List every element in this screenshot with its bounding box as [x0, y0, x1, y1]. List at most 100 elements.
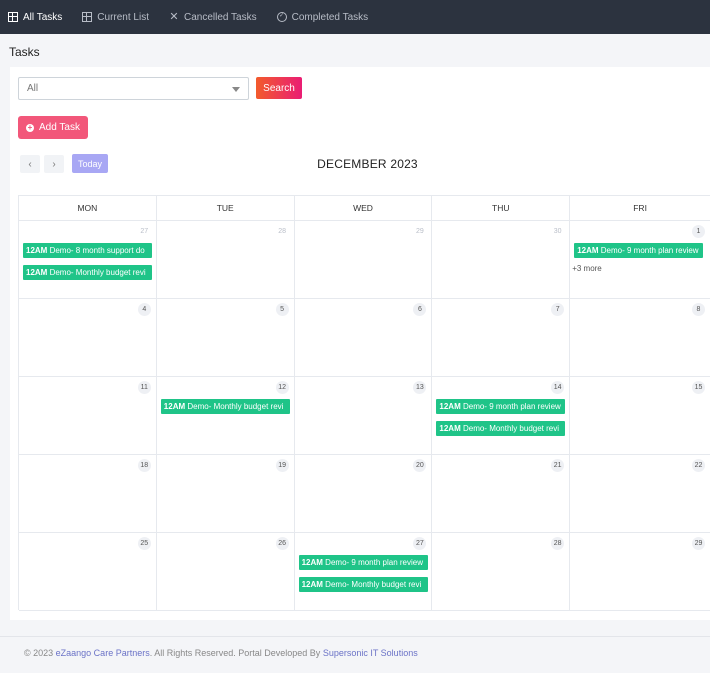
weekday-fri: FRI — [570, 196, 710, 221]
calendar-day-cell[interactable]: 29 — [570, 533, 710, 611]
calendar-event[interactable]: 12AM Demo- 9 month plan review — [298, 555, 428, 570]
calendar-day-cell[interactable]: 19 — [156, 455, 295, 533]
calendar-event[interactable]: 12AM Demo- Monthly budget revi — [298, 577, 428, 592]
add-task-button[interactable]: + Add Task — [18, 116, 88, 139]
calendar-day-cell[interactable]: 21 — [432, 455, 571, 533]
day-number[interactable]: 4 — [137, 303, 151, 316]
event-title: Demo- Monthly budget revi — [49, 268, 146, 277]
day-number[interactable]: 27 — [413, 537, 427, 550]
day-number[interactable]: 26 — [275, 537, 289, 550]
calendar-day-cell[interactable]: 8 — [570, 299, 710, 377]
day-number[interactable]: 28 — [276, 225, 289, 238]
calendar-day-cell[interactable]: 7 — [432, 299, 571, 377]
weekday-tue: TUE — [156, 196, 295, 221]
caret-down-icon — [232, 87, 240, 92]
company-link[interactable]: eZaango Care Partners — [56, 648, 150, 658]
calendar-day-cell[interactable]: 25 — [19, 533, 157, 611]
search-button[interactable]: Search — [256, 77, 302, 99]
calendar-day-cell[interactable]: 29 — [294, 221, 433, 299]
calendar-grid: MON TUE WED THU FRI 27 12AM Demo- 8 mont… — [18, 195, 710, 611]
event-time: 12AM — [301, 558, 323, 567]
day-number[interactable]: 14 — [551, 381, 565, 394]
day-number[interactable]: 21 — [551, 459, 565, 472]
day-number[interactable]: 29 — [413, 225, 426, 238]
day-number[interactable]: 30 — [551, 225, 564, 238]
event-time: 12AM — [163, 402, 186, 411]
calendar-week: 25 26 27 12AM Demo- 9 month plan review … — [19, 533, 710, 611]
weekday-header: MON TUE WED THU FRI — [19, 196, 710, 221]
calendar-day-cell[interactable]: 6 — [294, 299, 433, 377]
calendar-event[interactable]: 12AM Demo- 9 month plan review — [436, 399, 566, 414]
day-number[interactable]: 1 — [691, 225, 705, 238]
day-number[interactable]: 6 — [413, 303, 427, 316]
tab-completed-tasks[interactable]: ✓ Completed Tasks — [276, 0, 369, 34]
plus-circle-icon: + — [26, 122, 35, 132]
calendar-day-cell[interactable]: 26 — [156, 533, 295, 611]
calendar-event[interactable]: 12AM Demo- 9 month plan review — [574, 243, 704, 258]
day-number[interactable]: 25 — [137, 537, 151, 550]
event-title: Demo- 9 month plan review — [462, 402, 561, 411]
calendar-day-cell[interactable]: 22 — [570, 455, 710, 533]
calendar-day-cell[interactable]: 27 12AM Demo- 9 month plan review 12AM D… — [294, 533, 433, 611]
calendar-day-cell[interactable]: 28 — [156, 221, 295, 299]
next-month-button[interactable]: › — [44, 155, 64, 173]
calendar-day-cell[interactable]: 11 — [19, 377, 157, 455]
day-number[interactable]: 27 — [138, 225, 151, 238]
day-number[interactable]: 5 — [275, 303, 289, 316]
calendar-day-cell[interactable]: 20 — [294, 455, 433, 533]
calendar-day-cell[interactable]: 27 12AM Demo- 8 month support do 12AM De… — [19, 221, 157, 299]
calendar-day-cell[interactable]: 5 — [156, 299, 295, 377]
event-title: Demo- Monthly budget revi — [187, 402, 284, 411]
event-time: 12AM — [577, 246, 599, 255]
calendar-day-cell[interactable]: 15 — [570, 377, 710, 455]
calendar-event[interactable]: 12AM Demo- Monthly budget revi — [436, 421, 566, 436]
tab-label: Completed Tasks — [291, 11, 369, 23]
calendar-day-cell[interactable]: 12 12AM Demo- Monthly budget revi — [156, 377, 295, 455]
calendar-week: 4 5 6 7 8 — [19, 299, 710, 377]
check-circle-icon: ✓ — [276, 12, 287, 22]
calendar-event[interactable]: 12AM Demo- 8 month support do — [23, 243, 152, 258]
grid-icon — [82, 12, 93, 22]
calendar-week: 18 19 20 21 22 — [19, 455, 710, 533]
day-number[interactable]: 15 — [691, 381, 705, 394]
top-navigation: All Tasks Current List ✕ Cancelled Tasks… — [0, 0, 710, 34]
calendar-event[interactable]: 12AM Demo- Monthly budget revi — [23, 265, 152, 280]
calendar-day-cell[interactable]: 13 — [294, 377, 433, 455]
day-number[interactable]: 12 — [275, 381, 289, 394]
day-number[interactable]: 8 — [691, 303, 705, 316]
calendar-day-cell[interactable]: 1 12AM Demo- 9 month plan review +3 more — [570, 221, 710, 299]
select-value: All — [27, 83, 39, 94]
event-title: Demo- 9 month plan review — [325, 558, 423, 567]
day-number[interactable]: 20 — [413, 459, 427, 472]
prev-month-button[interactable]: ‹ — [20, 155, 40, 173]
day-number[interactable]: 29 — [691, 537, 705, 550]
day-number[interactable]: 28 — [551, 537, 565, 550]
event-time: 12AM — [26, 246, 48, 255]
day-number[interactable]: 7 — [551, 303, 565, 316]
task-filter-select[interactable]: All — [18, 77, 249, 100]
event-title: Demo- Monthly budget revi — [462, 424, 560, 433]
calendar-day-cell[interactable]: 18 — [19, 455, 157, 533]
day-number[interactable]: 11 — [137, 381, 151, 394]
calendar-day-cell[interactable]: 4 — [19, 299, 157, 377]
footer-copyright: © 2023 — [24, 648, 56, 658]
tab-cancelled-tasks[interactable]: ✕ Cancelled Tasks — [169, 0, 256, 34]
tasks-card: All Search + Add Task ‹ › Today DECEMBER… — [10, 67, 710, 620]
day-number[interactable]: 19 — [275, 459, 289, 472]
event-title: Demo- 8 month support do — [49, 246, 145, 255]
weekday-wed: WED — [294, 196, 433, 221]
day-number[interactable]: 22 — [691, 459, 705, 472]
more-events-link[interactable]: +3 more — [572, 264, 602, 273]
calendar-week: 27 12AM Demo- 8 month support do 12AM De… — [19, 221, 710, 299]
calendar-day-cell[interactable]: 28 — [432, 533, 571, 611]
calendar-day-cell[interactable]: 14 12AM Demo- 9 month plan review 12AM D… — [432, 377, 571, 455]
day-number[interactable]: 18 — [137, 459, 151, 472]
tab-current-list[interactable]: Current List — [82, 0, 149, 34]
today-button[interactable]: Today — [72, 154, 108, 173]
developer-link[interactable]: Supersonic IT Solutions — [323, 648, 418, 658]
calendar-day-cell[interactable]: 30 — [432, 221, 571, 299]
day-number[interactable]: 13 — [413, 381, 427, 394]
month-title: DECEMBER 2023 — [317, 157, 418, 171]
calendar-event[interactable]: 12AM Demo- Monthly budget revi — [160, 399, 290, 414]
tab-all-tasks[interactable]: All Tasks — [8, 0, 62, 34]
